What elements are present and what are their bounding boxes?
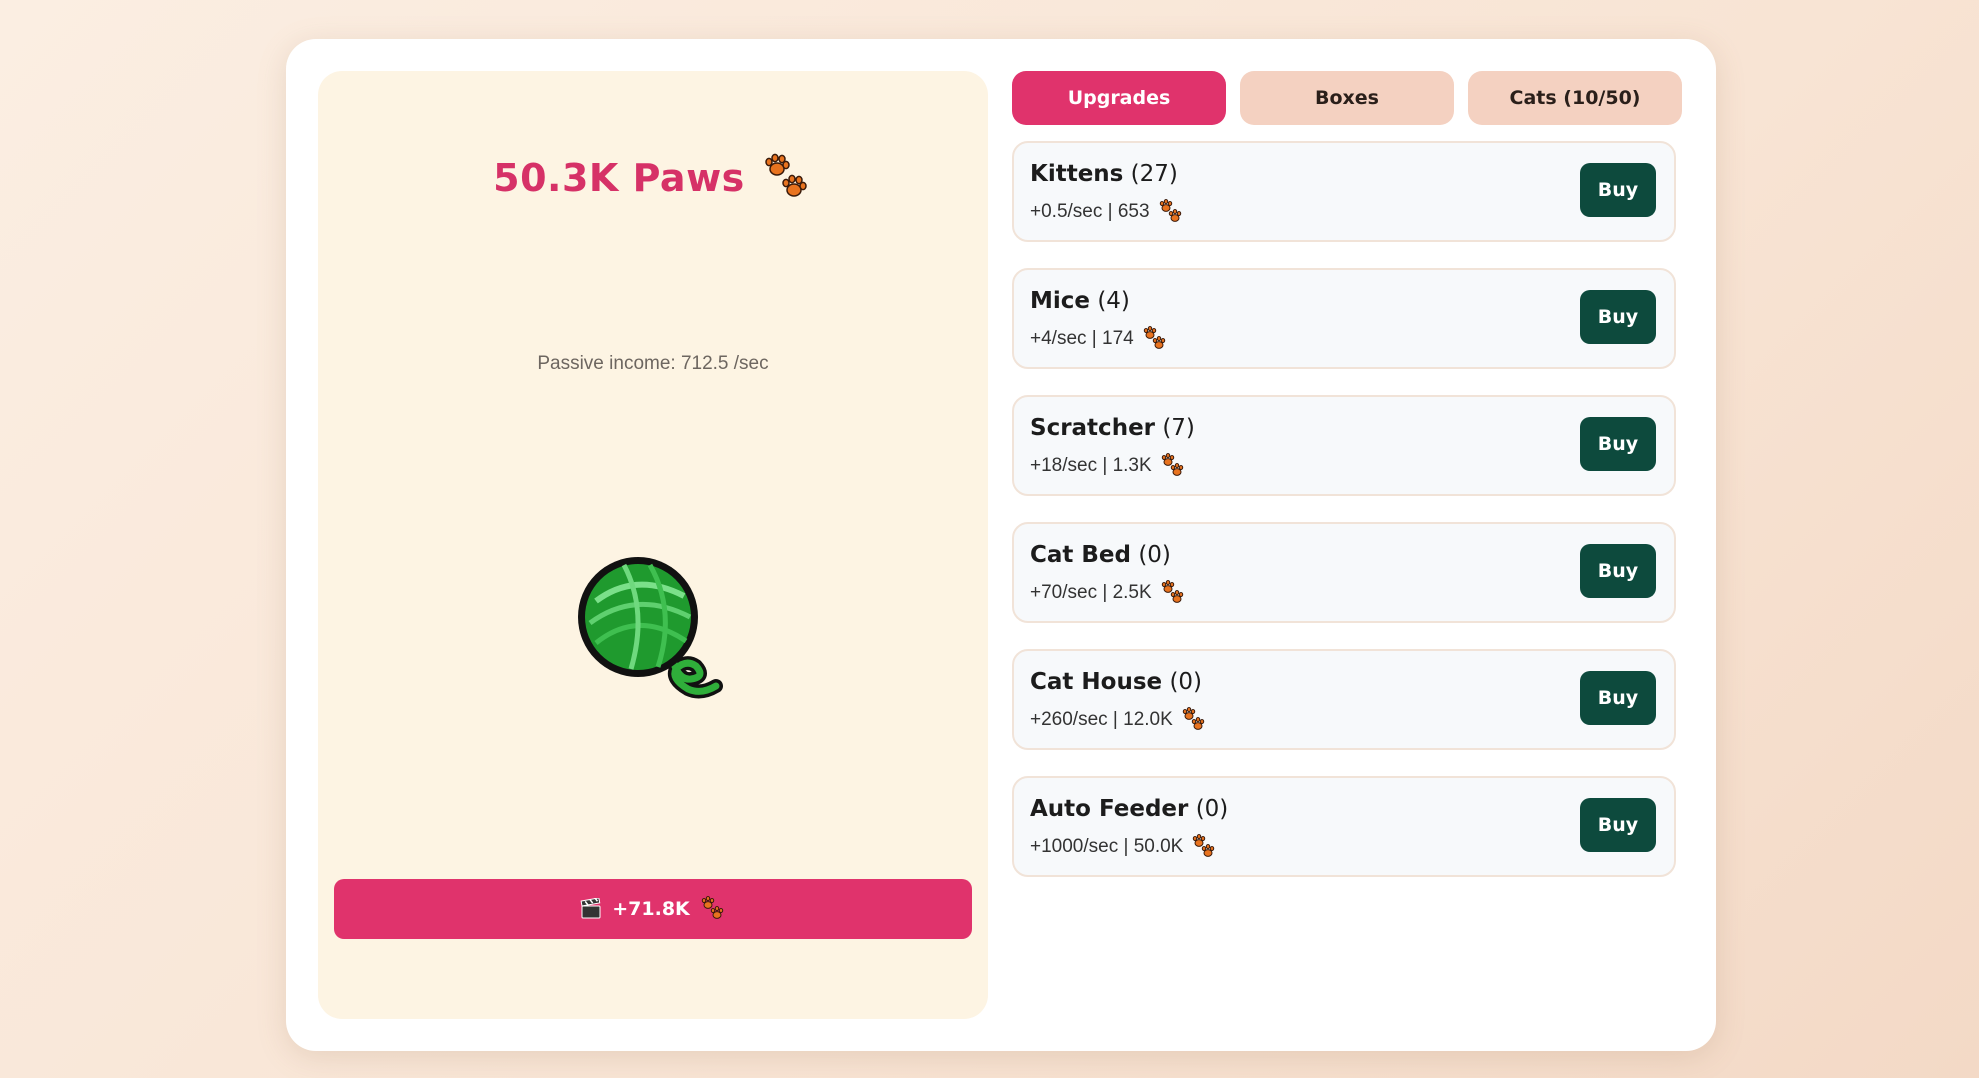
buy-cat-bed-button[interactable]: Buy	[1580, 544, 1656, 598]
upgrade-row-scratcher: Scratcher (7) +18/sec | 1.3K Buy	[1012, 395, 1676, 496]
paw-prints-icon	[1143, 326, 1165, 349]
paw-prints-icon	[1182, 707, 1204, 730]
upgrade-count: (0)	[1169, 669, 1203, 695]
upgrade-detail: +260/sec | 12.0K	[1030, 707, 1207, 733]
upgrade-detail: +70/sec | 2.5K	[1030, 580, 1186, 606]
upgrade-detail: +4/sec | 174	[1030, 326, 1168, 352]
tab-upgrades[interactable]: Upgrades	[1012, 71, 1226, 125]
paw-prints-icon	[1161, 580, 1183, 603]
buy-kittens-button[interactable]: Buy	[1580, 163, 1656, 217]
upgrade-title: Mice	[1030, 288, 1091, 314]
tab-boxes[interactable]: Boxes	[1240, 71, 1454, 125]
tab-cats[interactable]: Cats (10/50)	[1468, 71, 1682, 125]
upgrade-row-cat-house: Cat House (0) +260/sec | 12.0K Buy	[1012, 649, 1676, 750]
paw-prints-icon	[1161, 453, 1183, 476]
upgrade-row-mice: Mice (4) +4/sec | 174 Buy	[1012, 268, 1676, 369]
upgrade-name: Kittens (27)	[1030, 161, 1178, 187]
upgrade-row-cat-bed: Cat Bed (0) +70/sec | 2.5K Buy	[1012, 522, 1676, 623]
upgrade-count: (4)	[1097, 288, 1130, 314]
upgrade-title: Kittens	[1030, 161, 1124, 187]
watch-ad-button[interactable]: +71.8K	[334, 879, 972, 939]
tab-bar: Upgrades Boxes Cats (10/50)	[1012, 71, 1684, 125]
upgrade-name: Auto Feeder (0)	[1030, 796, 1228, 822]
upgrade-row-kittens: Kittens (27) +0.5/sec | 653 Buy	[1012, 141, 1676, 242]
upgrade-title: Scratcher	[1030, 415, 1156, 441]
upgrade-count: (7)	[1162, 415, 1195, 441]
yarn-ball-icon[interactable]	[576, 551, 726, 701]
upgrade-detail: +0.5/sec | 653	[1030, 199, 1184, 225]
paws-count: 50.3K Paws	[493, 156, 745, 200]
buy-auto-feeder-button[interactable]: Buy	[1580, 798, 1656, 852]
upgrade-title: Cat House	[1030, 669, 1163, 695]
upgrade-name: Mice (4)	[1030, 288, 1130, 314]
upgrade-rate-cost: +4/sec | 174	[1030, 328, 1134, 349]
upgrade-detail: +18/sec | 1.3K	[1030, 453, 1186, 479]
paw-prints-icon	[701, 896, 723, 919]
upgrade-rate-cost: +1000/sec | 50.0K	[1030, 836, 1184, 857]
buy-scratcher-button[interactable]: Buy	[1580, 417, 1656, 471]
upgrade-rate-cost: +0.5/sec | 653	[1030, 201, 1150, 222]
paw-prints-icon	[1193, 834, 1215, 857]
upgrade-detail: +1000/sec | 50.0K	[1030, 834, 1217, 860]
game-card: 50.3K Paws Passive income: 712.5 /sec +7…	[286, 39, 1716, 1051]
upgrade-name: Scratcher (7)	[1030, 415, 1195, 441]
upgrade-rate-cost: +18/sec | 1.3K	[1030, 455, 1152, 476]
buy-cat-house-button[interactable]: Buy	[1580, 671, 1656, 725]
upgrade-title: Auto Feeder	[1030, 796, 1189, 822]
passive-income: Passive income: 712.5 /sec	[537, 353, 769, 374]
upgrade-count: (0)	[1195, 796, 1229, 822]
upgrade-title: Cat Bed	[1030, 542, 1131, 568]
ad-reward-label: +71.8K	[612, 898, 690, 920]
upgrade-name: Cat Bed (0)	[1030, 542, 1171, 568]
clapperboard-icon	[580, 898, 601, 919]
upgrade-count: (0)	[1138, 542, 1171, 568]
paw-prints-icon	[765, 153, 807, 197]
upgrade-rate-cost: +70/sec | 2.5K	[1030, 582, 1152, 603]
clicker-panel: 50.3K Paws Passive income: 712.5 /sec +7…	[318, 71, 988, 1019]
paws-header: 50.3K Paws	[318, 153, 988, 203]
buy-mice-button[interactable]: Buy	[1580, 290, 1656, 344]
upgrade-row-auto-feeder: Auto Feeder (0) +1000/sec | 50.0K Buy	[1012, 776, 1676, 877]
upgrade-rate-cost: +260/sec | 12.0K	[1030, 709, 1173, 730]
upgrade-name: Cat House (0)	[1030, 669, 1202, 695]
paw-prints-icon	[1159, 199, 1181, 222]
upgrade-count: (27)	[1130, 161, 1178, 187]
